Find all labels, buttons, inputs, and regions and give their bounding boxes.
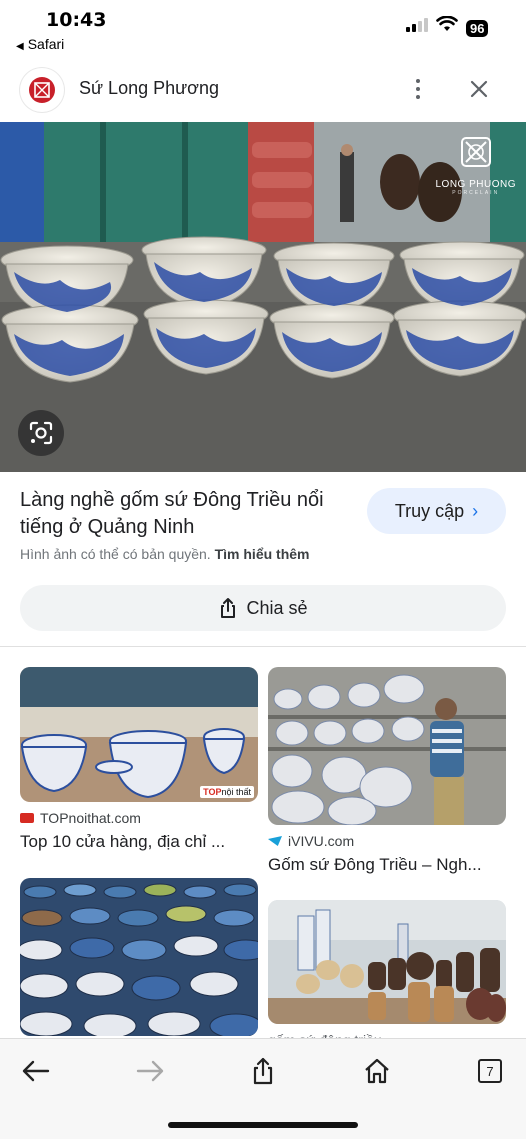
visit-button[interactable]: Truy cập › [367, 488, 506, 534]
site-logo [20, 68, 64, 112]
back-to-app-link[interactable]: ◀ Safari [16, 36, 64, 52]
home-icon [365, 1058, 389, 1084]
site-logo-mark-icon [29, 77, 55, 103]
top-noithat-badge: TOPnội thất [200, 786, 254, 798]
related-photo [268, 667, 506, 825]
share-toolbar-button[interactable] [247, 1055, 279, 1087]
share-label: Chia sẻ [246, 597, 308, 618]
related-caption[interactable]: Gốm sứ Đông Triều – Ngh... [268, 855, 506, 875]
home-indicator [168, 1122, 358, 1128]
related-source: iVIVU.com [268, 833, 506, 849]
brand-logo-icon [460, 137, 491, 167]
arrow-left-icon [22, 1060, 50, 1082]
status-time: 10:43 [46, 9, 107, 31]
related-thumbnail[interactable] [20, 878, 258, 1036]
status-bar: 10:43 ◀ Safari 96 [0, 0, 526, 60]
related-thumbnail[interactable]: TOPnội thất [20, 667, 258, 802]
related-photo [20, 878, 258, 1036]
battery-indicator: 96 [466, 20, 489, 37]
related-source: TOPnoithat.com [20, 810, 258, 826]
chevron-right-icon: › [472, 500, 479, 521]
related-card-2[interactable]: iVIVU.com Gốm sứ Đông Triều – Ngh... [268, 667, 506, 875]
cellular-signal-icon [406, 18, 428, 32]
related-photo [268, 900, 506, 1024]
lens-icon [29, 421, 53, 445]
wifi-icon [436, 16, 458, 31]
tab-count: 7 [478, 1059, 502, 1083]
arrow-right-icon [136, 1060, 164, 1082]
more-options-icon[interactable] [408, 76, 428, 102]
related-source-name: iVIVU.com [288, 833, 355, 849]
forward-button[interactable] [134, 1055, 166, 1087]
ivivu-favicon-icon [268, 836, 282, 846]
brand-name: LONG PHUONG [435, 179, 516, 190]
share-icon [221, 598, 236, 618]
back-triangle-icon: ◀ [16, 41, 24, 52]
related-thumbnail[interactable] [268, 667, 506, 825]
related-photo [20, 667, 258, 802]
hero-image[interactable]: LONG PHUONG PORCELAIN [0, 122, 526, 472]
related-card-4[interactable]: gốm sứ đông triều [268, 900, 506, 1048]
related-thumbnail[interactable] [268, 900, 506, 1024]
share-icon [253, 1057, 273, 1085]
related-card-1[interactable]: TOPnội thất TOPnoithat.com Top 10 cửa hà… [20, 667, 258, 852]
share-button[interactable]: Chia sẻ [20, 585, 506, 631]
related-caption[interactable]: Top 10 cửa hàng, địa chỉ ... [20, 832, 258, 852]
related-card-3[interactable] [20, 878, 258, 1036]
result-title: Làng nghề gốm sứ Đông Triều nổi tiếng ở … [20, 489, 324, 538]
close-icon[interactable] [466, 76, 492, 102]
topnoithat-favicon-icon [20, 813, 34, 823]
google-lens-button[interactable] [18, 410, 64, 456]
brand-watermark: LONG PHUONG PORCELAIN [435, 136, 516, 196]
site-title: Sứ Long Phương [79, 78, 219, 98]
section-divider [0, 646, 526, 647]
back-app-label: Safari [27, 36, 65, 52]
copyright-text: Hình ảnh có thể có bản quyền. [20, 546, 211, 562]
back-button[interactable] [20, 1055, 52, 1087]
related-source-name: TOPnoithat.com [40, 810, 141, 826]
page-header: Sứ Long Phương [0, 64, 526, 114]
brand-subtitle: PORCELAIN [452, 190, 500, 196]
visit-button-label: Truy cập [394, 500, 465, 521]
learn-more-link[interactable]: Tìm hiểu thêm [215, 546, 310, 562]
tabs-button[interactable]: 7 [474, 1055, 506, 1087]
home-button[interactable] [361, 1055, 393, 1087]
copyright-notice: Hình ảnh có thể có bản quyền. Tìm hiểu t… [20, 546, 310, 562]
